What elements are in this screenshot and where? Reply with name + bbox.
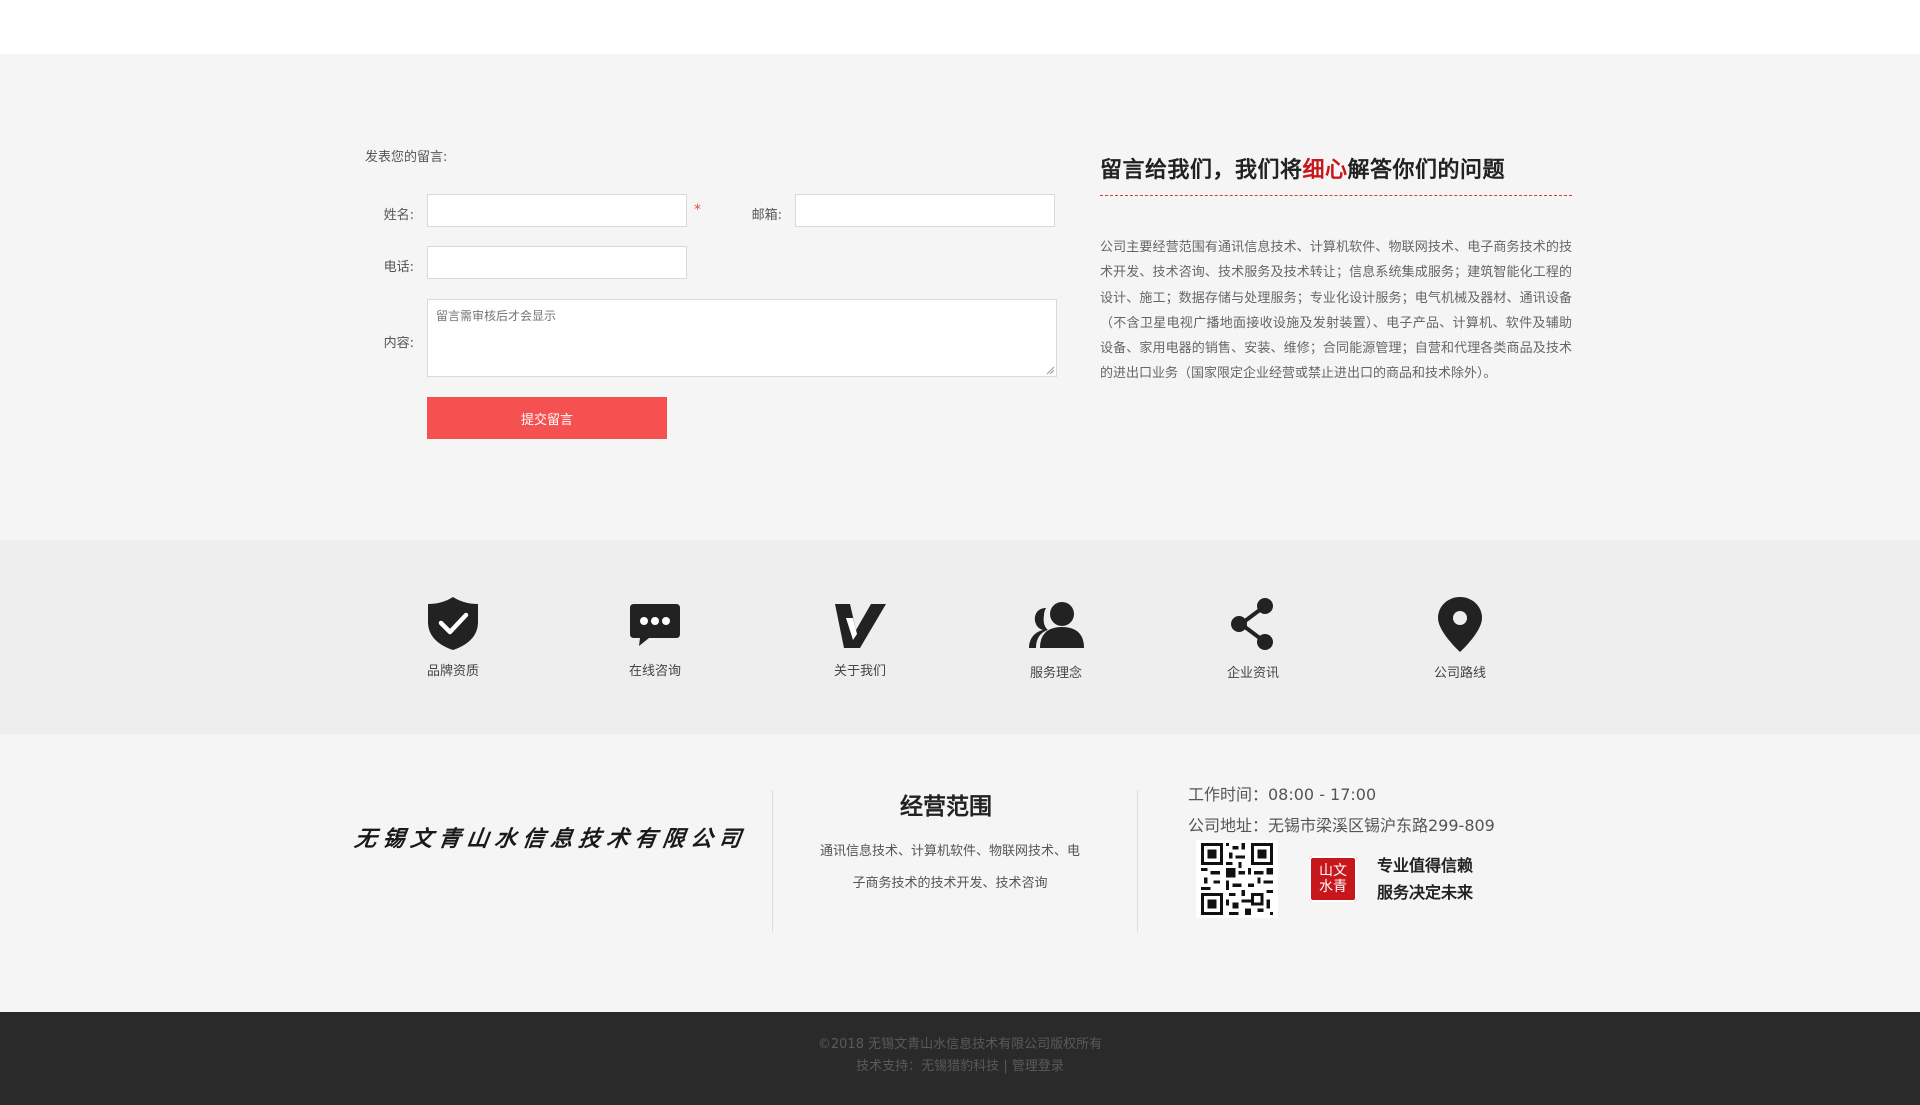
nav-company-route[interactable]: 公司路线 — [1380, 594, 1540, 681]
business-scope-text: 通讯信息技术、计算机软件、物联网技术、电子商务技术的技术开发、技术咨询 — [820, 844, 1081, 891]
email-input[interactable] — [795, 194, 1055, 227]
nav-about-us[interactable]: 关于我们 — [780, 594, 940, 679]
nav-label: 品牌资质 — [426, 664, 479, 679]
chat-bubble-icon — [630, 604, 680, 646]
admin-login-link[interactable]: 管理登录 — [1012, 1059, 1064, 1074]
v-logo-icon — [835, 604, 886, 648]
content-textarea-wrapper — [427, 299, 1057, 377]
content-textarea[interactable] — [427, 299, 1057, 377]
name-input[interactable] — [427, 194, 687, 227]
phone-label: 电话: — [383, 260, 414, 275]
content-label: 内容: — [383, 336, 414, 351]
nav-service-philosophy[interactable]: 服务理念 — [976, 594, 1136, 681]
submit-message-button[interactable]: 提交留言 — [427, 397, 667, 439]
icon-nav-bar: 品牌资质 在线咨询 关于我们 服务理念 企业资讯 公司路线 — [0, 540, 1920, 734]
info-title-prefix: 留言给我们，我们将 — [1100, 158, 1303, 183]
user-group-icon — [1029, 602, 1084, 648]
info-divider — [1100, 195, 1572, 196]
work-hours: 工作时间：08:00 - 17:00 — [1188, 785, 1377, 804]
qr-code-icon — [1196, 840, 1278, 918]
copyright-text: ©2018 无锡文青山水信息技术有限公司版权所有 — [817, 1037, 1103, 1052]
nav-label: 企业资讯 — [1226, 666, 1279, 681]
tech-support-line: 技术支持：无锡猎豹科技 | 管理登录 — [0, 1055, 1920, 1074]
footer-main: 无锡文青山水信息技术有限公司 经营范围 通讯信息技术、计算机软件、物联网技术、电… — [0, 734, 1920, 1012]
nav-label: 关于我们 — [833, 664, 886, 679]
tech-support-prefix: 技术支持： — [856, 1059, 922, 1074]
map-pin-icon — [1438, 597, 1482, 652]
company-address: 公司地址：无锡市梁溪区锡沪东路299-809 — [1188, 816, 1495, 835]
info-title: 留言给我们，我们将细心解答你们的问题 — [1100, 152, 1505, 184]
tech-support-link[interactable]: 无锡猎豹科技 — [921, 1059, 999, 1074]
nav-company-news[interactable]: 企业资讯 — [1173, 594, 1333, 681]
company-logo: 无锡文青山水信息技术有限公司 — [352, 826, 749, 852]
slogan-line-2: 服务决定未来 — [1377, 883, 1474, 902]
name-label: 姓名: — [383, 208, 414, 223]
company-business-description: 公司主要经营范围有通讯信息技术、计算机软件、物联网技术、电子商务技术的技术开发、… — [1100, 240, 1572, 382]
nav-brand-qualification[interactable]: 品牌资质 — [373, 594, 533, 679]
shield-check-icon — [428, 597, 478, 650]
share-icon — [1231, 598, 1273, 650]
form-heading: 发表您的留言: — [365, 150, 448, 165]
top-header-strip — [0, 0, 1920, 54]
required-mark: * — [694, 202, 701, 218]
link-separator: | — [1003, 1059, 1008, 1074]
message-section: 发表您的留言: 姓名: * 邮箱: 电话: 内容: 提交留言 留言给我们，我们将… — [0, 54, 1920, 540]
slogan-line-1: 专业值得信赖 — [1377, 856, 1474, 875]
info-title-highlight: 细心 — [1302, 158, 1348, 183]
email-label: 邮箱: — [751, 208, 782, 223]
info-title-suffix: 解答你们的问题 — [1347, 158, 1506, 183]
nav-label: 在线咨询 — [628, 664, 681, 679]
company-seal-logo: 山文水青 — [1309, 856, 1357, 902]
footer-divider — [1137, 790, 1138, 932]
copyright-bar: ©2018 无锡文青山水信息技术有限公司版权所有 技术支持：无锡猎豹科技 | 管… — [0, 1012, 1920, 1105]
phone-input[interactable] — [427, 246, 687, 279]
resize-grip-icon[interactable] — [1045, 365, 1055, 375]
nav-label: 服务理念 — [1029, 666, 1082, 681]
nav-online-consult[interactable]: 在线咨询 — [575, 594, 735, 679]
nav-label: 公司路线 — [1433, 666, 1486, 681]
business-scope-title: 经营范围 — [900, 794, 992, 820]
